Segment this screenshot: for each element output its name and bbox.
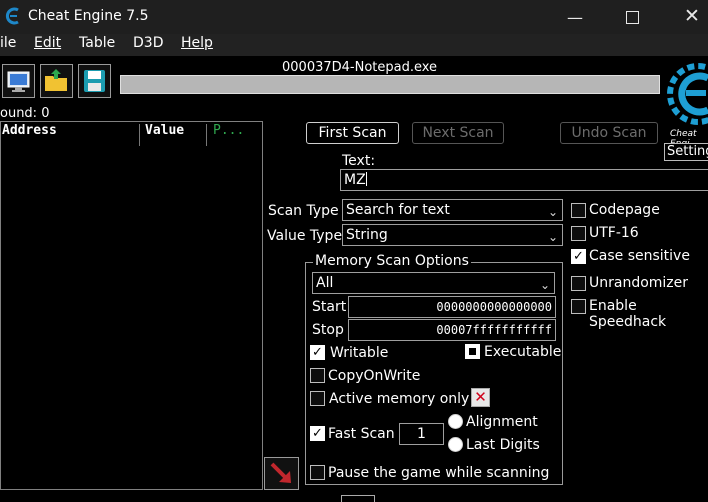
chevron-down-icon: ⌄	[547, 230, 558, 244]
memory-region-select[interactable]: All ⌄	[312, 272, 555, 294]
chevron-down-icon: ⌄	[539, 278, 550, 292]
menu-table[interactable]: Table	[79, 35, 115, 51]
scan-progress-bar	[120, 75, 660, 94]
speedhack-label: Enable Speedhack	[589, 298, 667, 330]
alignment-radio[interactable]	[448, 414, 463, 429]
fast-scan-checkbox[interactable]: ✓	[310, 426, 325, 441]
executable-checkbox[interactable]	[465, 344, 480, 359]
value-type-label: Value Type	[267, 228, 343, 244]
menu-d3d[interactable]: D3D	[133, 35, 163, 51]
results-list[interactable]	[0, 121, 263, 490]
executable-label: Executable	[484, 344, 562, 360]
menu-help[interactable]: Help	[181, 35, 213, 51]
pause-game-label: Pause the game while scanning	[328, 465, 550, 481]
last-digits-radio[interactable]	[448, 437, 463, 452]
codepage-label: Codepage	[589, 202, 660, 218]
monitor-icon	[7, 71, 30, 92]
case-sensitive-checkbox[interactable]: ✓	[571, 249, 586, 264]
close-button[interactable]: ✕	[684, 5, 700, 27]
last-digits-label: Last Digits	[466, 437, 540, 453]
check-icon: ✓	[573, 249, 584, 264]
text-label: Text:	[342, 153, 376, 169]
stop-address-input[interactable]: 00007fffffffffff	[348, 319, 556, 341]
open-table-button[interactable]	[40, 64, 73, 98]
value-type-value: String	[346, 227, 388, 243]
save-table-button[interactable]	[78, 64, 111, 98]
copy-on-write-label: CopyOnWrite	[328, 368, 421, 384]
window-title: Cheat Engine 7.5	[28, 8, 149, 24]
writable-label: Writable	[330, 345, 389, 361]
maximize-button[interactable]	[626, 11, 639, 24]
chevron-down-icon: ⌄	[547, 205, 558, 219]
next-scan-button[interactable]: Next Scan	[412, 122, 504, 144]
active-memory-only-label: Active memory only	[329, 391, 470, 407]
minimize-button[interactable]: —	[567, 8, 583, 27]
save-icon	[84, 70, 105, 92]
value-type-select[interactable]: String ⌄	[342, 224, 563, 246]
codepage-checkbox[interactable]	[571, 203, 586, 218]
cheat-engine-logo[interactable]: Cheat Engi	[664, 58, 708, 144]
start-label: Start	[312, 299, 347, 315]
memory-scan-options-title: Memory Scan Options	[313, 253, 471, 269]
column-previous[interactable]: P...	[213, 123, 244, 145]
column-divider	[206, 124, 207, 146]
copy-on-write-checkbox[interactable]	[310, 368, 325, 383]
memory-region-value: All	[316, 275, 334, 291]
value-text: MZ	[344, 172, 366, 188]
speedhack-checkbox[interactable]	[571, 299, 586, 314]
fast-scan-label: Fast Scan	[328, 426, 395, 442]
settings-button[interactable]: Setting	[664, 143, 708, 161]
unrandomizer-label: Unrandomizer	[589, 275, 689, 291]
writable-checkbox[interactable]: ✓	[310, 345, 325, 360]
indeterminate-mark	[469, 348, 476, 355]
red-arrow-icon	[270, 462, 291, 483]
menu-edit[interactable]: Edit	[34, 35, 61, 51]
first-scan-button[interactable]: First Scan	[306, 122, 399, 144]
undo-scan-button[interactable]: Undo Scan	[560, 122, 658, 144]
stop-label: Stop	[312, 322, 344, 338]
case-sensitive-label: Case sensitive	[589, 248, 690, 264]
process-name: 000037D4-Notepad.exe	[282, 60, 438, 75]
pause-game-checkbox[interactable]	[310, 465, 325, 480]
check-icon: ✓	[312, 345, 323, 360]
bottom-button-edge[interactable]	[341, 495, 375, 502]
add-to-table-button[interactable]	[264, 457, 299, 490]
clear-x-icon[interactable]: ✕	[471, 388, 490, 407]
alignment-label: Alignment	[466, 414, 538, 430]
utf16-label: UTF-16	[589, 225, 639, 241]
active-memory-only-checkbox[interactable]	[310, 391, 325, 406]
utf16-checkbox[interactable]	[571, 226, 586, 241]
menu-file[interactable]: ile	[0, 35, 16, 51]
scan-type-select[interactable]: Search for text ⌄	[342, 199, 563, 221]
column-address[interactable]: Address	[2, 123, 57, 145]
column-value[interactable]: Value	[145, 123, 184, 145]
folder-icon	[45, 69, 67, 91]
logo-text: Cheat Engi	[670, 129, 697, 144]
app-logo-icon	[4, 6, 22, 26]
check-icon: ✓	[312, 426, 323, 441]
scan-type-label: Scan Type	[268, 203, 339, 219]
value-input[interactable]: MZ	[340, 169, 708, 191]
fast-scan-value-input[interactable]: 1	[399, 423, 444, 445]
column-divider	[139, 124, 140, 146]
unrandomizer-checkbox[interactable]	[571, 276, 586, 291]
found-count: ound: 0	[0, 106, 50, 121]
start-address-input[interactable]: 0000000000000000	[348, 296, 556, 318]
open-process-button[interactable]	[2, 64, 35, 98]
scan-type-value: Search for text	[346, 202, 450, 218]
